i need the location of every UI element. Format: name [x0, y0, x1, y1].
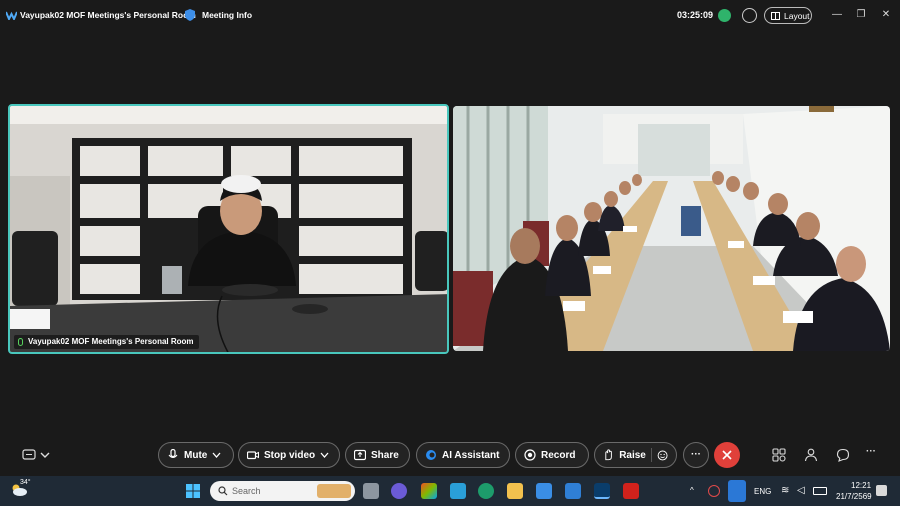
record-label: Record [541, 449, 576, 461]
acrobat-icon[interactable] [623, 483, 639, 499]
webex-logo-icon [6, 11, 17, 20]
webex-taskbar-icon[interactable] [594, 483, 610, 499]
chevron-down-icon[interactable] [320, 449, 329, 461]
elapsed-time: 03:25:09 [677, 10, 714, 20]
chat-icon[interactable] [836, 448, 850, 462]
stop-video-label: Stop video [264, 449, 316, 461]
mail-icon[interactable] [565, 483, 581, 499]
language-indicator[interactable]: ENG [754, 487, 771, 496]
share-screen-icon [354, 449, 366, 461]
record-button[interactable]: Record [515, 442, 589, 468]
more-panels-label: ··· [866, 446, 876, 457]
windows-taskbar: 34° Search ^ ENG ≋ ◁ 12:21 21/7/2569 [0, 476, 900, 506]
edge-browser-icon[interactable] [478, 483, 494, 499]
raise-label: Raise [619, 449, 646, 461]
zoom-icon[interactable] [742, 8, 757, 23]
apps-icon[interactable] [772, 448, 786, 462]
chevron-down-icon[interactable] [38, 448, 52, 462]
end-call-button[interactable] [714, 442, 740, 468]
raise-hand-button[interactable]: Raise [594, 442, 677, 468]
layout-button[interactable]: Layout [764, 7, 812, 24]
minimize-icon[interactable]: — [830, 8, 844, 22]
notification-icon[interactable] [876, 485, 887, 496]
record-icon [524, 449, 536, 461]
file-explorer-icon[interactable] [507, 483, 523, 499]
video-tile-meeting-room[interactable] [453, 106, 890, 351]
mute-button[interactable]: Mute [158, 442, 234, 468]
ai-assistant-button[interactable]: AI Assistant [416, 442, 510, 468]
meeting-info-button[interactable]: Meeting Info [202, 10, 252, 20]
mic-status-icon [18, 338, 23, 346]
windows-start-icon[interactable] [185, 483, 201, 499]
store-icon[interactable] [536, 483, 552, 499]
search-highlight-image [317, 484, 351, 498]
room-title: Vayupak02 MOF Meetings's Personal Room [20, 10, 196, 20]
more-label: ··· [691, 449, 701, 460]
restore-icon[interactable]: ❐ [854, 8, 868, 22]
layout-grid-icon [771, 11, 780, 20]
title-bar: Vayupak02 MOF Meetings's Personal Room M… [0, 0, 900, 30]
ai-assistant-label: AI Assistant [442, 449, 500, 461]
microphone-icon [168, 449, 178, 459]
more-panels-button[interactable]: ··· [866, 446, 876, 457]
volume-icon[interactable]: ◁ [797, 485, 805, 496]
share-button[interactable]: Share [345, 442, 410, 468]
chevron-up-icon[interactable]: ^ [690, 486, 694, 495]
webex-meeting-window: Vayupak02 MOF Meetings's Personal Room M… [0, 0, 900, 506]
video-tile-host[interactable]: Vayupak02 MOF Meetings's Personal Room [8, 104, 449, 354]
clock-time[interactable]: 12:21 [851, 481, 871, 490]
mic-tray-icon[interactable] [728, 480, 746, 502]
battery-icon[interactable] [813, 487, 827, 495]
shield-icon[interactable] [185, 9, 195, 21]
host-video-feed [10, 106, 447, 352]
network-status-icon[interactable] [718, 9, 731, 22]
desktop-icon[interactable] [450, 483, 466, 499]
copilot-icon[interactable] [421, 483, 437, 499]
stop-video-button[interactable]: Stop video [238, 442, 340, 468]
chevron-down-icon[interactable] [212, 449, 221, 461]
task-view-icon[interactable] [363, 483, 379, 499]
close-icon [722, 450, 732, 460]
temperature-label: 34° [20, 479, 31, 486]
search-icon [218, 486, 228, 496]
participants-icon[interactable] [804, 448, 818, 462]
layout-label: Layout [784, 10, 810, 21]
close-icon[interactable]: ✕ [879, 8, 893, 22]
search-placeholder: Search [232, 486, 261, 496]
sync-icon[interactable] [708, 485, 720, 497]
captions-icon[interactable] [22, 448, 36, 462]
reactions-icon[interactable] [657, 449, 668, 461]
mute-label: Mute [184, 449, 208, 461]
more-options-button[interactable]: ··· [683, 442, 709, 468]
meeting-room-video-feed [453, 106, 890, 351]
teams-icon[interactable] [391, 483, 407, 499]
wifi-icon[interactable]: ≋ [781, 485, 789, 496]
ai-assistant-icon [426, 450, 436, 460]
taskbar-search-input[interactable]: Search [210, 481, 355, 501]
raise-hand-icon [605, 449, 612, 461]
clock-date[interactable]: 21/7/2569 [836, 492, 872, 501]
host-name-tag: Vayupak02 MOF Meetings's Personal Room [14, 335, 199, 349]
video-camera-icon [247, 451, 259, 460]
host-name-label: Vayupak02 MOF Meetings's Personal Room [28, 337, 194, 346]
divider [650, 448, 652, 462]
share-label: Share [371, 449, 399, 461]
